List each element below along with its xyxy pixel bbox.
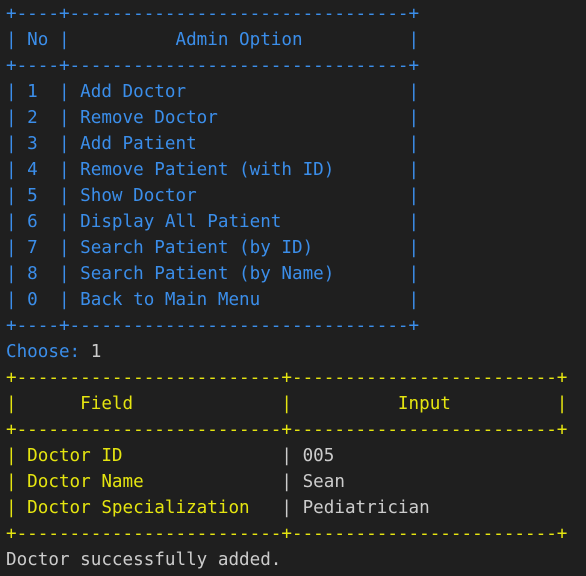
form-row-doctor-specialization: | Doctor Specialization | Pediatrician: [6, 495, 430, 521]
choose-input-value: 1: [90, 342, 102, 362]
form-header-row: | Field | Input |: [6, 394, 568, 414]
menu-row-add-doctor: | 1 | Add Doctor |: [6, 82, 420, 102]
menu-row-display-patients: | 6 | Display All Patient |: [6, 212, 420, 232]
menu-row-remove-patient: | 4 | Remove Patient (with ID) |: [6, 160, 420, 180]
menu-row-add-patient: | 3 | Add Patient |: [6, 134, 420, 154]
field-label: | Doctor ID: [6, 446, 282, 466]
column-separator: |: [281, 446, 292, 466]
form-header-border: +-------------------------+-------------…: [6, 420, 568, 440]
menu-row-search-by-name: | 8 | Search Patient (by Name) |: [6, 264, 420, 284]
column-separator: |: [281, 472, 292, 492]
terminal-window[interactable]: +----+--------------------------------+ …: [0, 0, 586, 576]
form-row-doctor-id: | Doctor ID | 005: [6, 443, 334, 469]
input-value: Pediatrician: [292, 498, 430, 518]
menu-row-show-doctor: | 5 | Show Doctor |: [6, 186, 420, 206]
status-message: Doctor successfully added.: [6, 550, 282, 570]
field-label: | Doctor Specialization: [6, 498, 282, 518]
form-bottom-border: +-------------------------+-------------…: [6, 524, 568, 544]
menu-row-search-by-id: | 7 | Search Patient (by ID) |: [6, 238, 420, 258]
column-separator: |: [281, 498, 292, 518]
form-top-border: +-------------------------+-------------…: [6, 368, 568, 388]
menu-row-back: | 0 | Back to Main Menu |: [6, 290, 420, 310]
form-row-doctor-name: | Doctor Name | Sean: [6, 469, 345, 495]
menu-row-remove-doctor: | 2 | Remove Doctor |: [6, 108, 420, 128]
input-value: Sean: [292, 472, 345, 492]
choose-label: Choose:: [6, 342, 81, 362]
choose-prompt: Choose: 1: [6, 339, 101, 365]
menu-header-border: +----+--------------------------------+: [6, 56, 420, 76]
input-value: 005: [292, 446, 335, 466]
menu-header-row: | No | Admin Option |: [6, 30, 420, 50]
menu-top-border: +----+--------------------------------+: [6, 4, 420, 24]
menu-bottom-border: +----+--------------------------------+: [6, 316, 420, 336]
field-label: | Doctor Name: [6, 472, 282, 492]
